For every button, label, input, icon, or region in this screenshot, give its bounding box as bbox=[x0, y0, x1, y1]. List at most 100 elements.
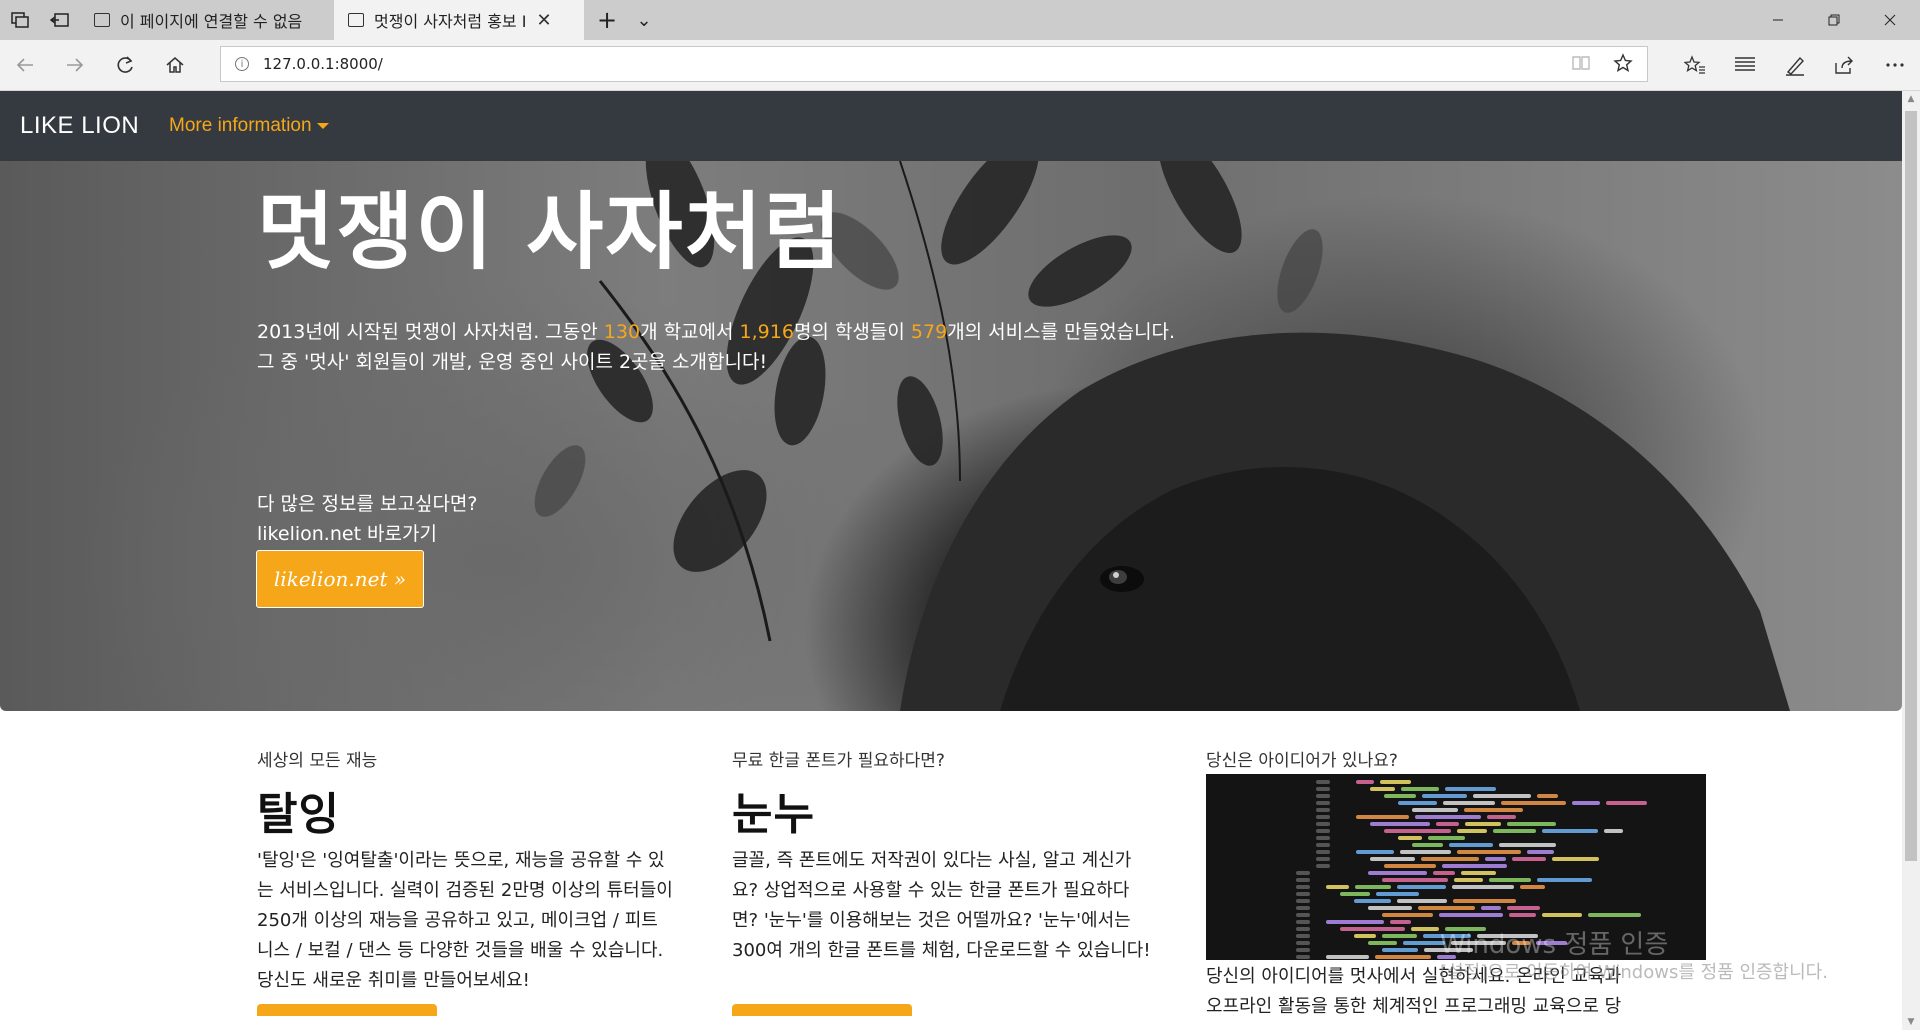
browser-tab-strip: 이 페이지에 연결할 수 없음 멋쟁이 사자처럼 홍보 I ✕ + ⌄ bbox=[0, 0, 1920, 40]
line-number bbox=[1296, 948, 1310, 952]
code-line bbox=[1461, 871, 1496, 875]
refresh-icon[interactable] bbox=[102, 40, 148, 90]
line-number bbox=[1316, 780, 1330, 784]
dropdown-label: More information bbox=[169, 115, 312, 136]
hero-description: 2013년에 시작된 멋쟁이 사자처럼. 그동안 130개 학교에서 1,916… bbox=[257, 317, 1175, 377]
hero-stats-line: 2013년에 시작된 멋쟁이 사자처럼. 그동안 130개 학교에서 1,916… bbox=[257, 317, 1175, 347]
line-number bbox=[1316, 857, 1330, 861]
code-line bbox=[1449, 843, 1493, 847]
home-icon[interactable] bbox=[152, 40, 198, 90]
card-button[interactable] bbox=[732, 1004, 912, 1016]
code-line bbox=[1493, 829, 1536, 833]
likelion-link-button[interactable]: likelion.net » bbox=[256, 550, 424, 608]
code-line bbox=[1588, 913, 1641, 917]
page-scrollbar[interactable]: ▲ ▼ bbox=[1902, 91, 1920, 1030]
code-line bbox=[1552, 857, 1599, 861]
code-line bbox=[1442, 864, 1507, 868]
tab-unreachable[interactable]: 이 페이지에 연결할 수 없음 bbox=[80, 0, 335, 40]
code-line bbox=[1384, 864, 1436, 868]
card-button[interactable] bbox=[257, 1004, 437, 1016]
code-line bbox=[1368, 941, 1397, 945]
more-information-dropdown[interactable]: More information bbox=[169, 115, 329, 137]
site-navbar: LIKE LION More information bbox=[0, 91, 1902, 161]
restore-icon[interactable] bbox=[1806, 0, 1862, 40]
url-text[interactable]: 127.0.0.1:8000/ bbox=[263, 55, 383, 73]
code-line bbox=[1340, 892, 1370, 896]
caret-down-icon bbox=[316, 122, 329, 129]
line-number bbox=[1316, 815, 1330, 819]
favorites-hub-icon[interactable] bbox=[1672, 40, 1718, 90]
line-number bbox=[1296, 913, 1310, 917]
code-line bbox=[1457, 829, 1487, 833]
code-line bbox=[1382, 913, 1433, 917]
line-number bbox=[1316, 836, 1330, 840]
code-line bbox=[1382, 934, 1417, 938]
close-window-icon[interactable] bbox=[1862, 0, 1918, 40]
code-line bbox=[1428, 836, 1465, 840]
reading-view-icon[interactable] bbox=[1571, 55, 1591, 76]
share-icon[interactable] bbox=[1822, 40, 1868, 90]
code-line bbox=[1376, 892, 1419, 896]
web-note-pen-icon[interactable] bbox=[1772, 40, 1818, 90]
code-line bbox=[1380, 780, 1411, 784]
code-line bbox=[1512, 857, 1546, 861]
code-line bbox=[1454, 878, 1483, 882]
line-number bbox=[1296, 899, 1310, 903]
favorite-star-icon[interactable] bbox=[1613, 53, 1633, 78]
code-line bbox=[1439, 913, 1503, 917]
browser-toolbar: i 127.0.0.1:8000/ bbox=[0, 40, 1920, 91]
more-info-link-text: likelion.net 바로가기 bbox=[257, 523, 437, 545]
tab-manager-icon[interactable] bbox=[0, 0, 40, 40]
tab-list-chevron-down-icon[interactable]: ⌄ bbox=[626, 0, 662, 40]
stats-text: 개의 서비스를 만들었습니다. bbox=[947, 321, 1176, 343]
code-line bbox=[1382, 948, 1418, 952]
site-info-icon[interactable]: i bbox=[235, 57, 249, 71]
scrollbar-thumb[interactable] bbox=[1905, 111, 1917, 861]
close-tab-icon[interactable]: ✕ bbox=[536, 10, 551, 31]
code-line bbox=[1422, 794, 1467, 798]
code-line bbox=[1340, 927, 1405, 931]
line-number bbox=[1296, 941, 1310, 945]
minimize-icon[interactable] bbox=[1750, 0, 1806, 40]
code-line bbox=[1382, 878, 1448, 882]
card-body: '탈잉'은 '잉여탈출'이라는 뜻으로, 재능을 공유할 수 있 는 서비스입니… bbox=[257, 846, 697, 996]
code-line bbox=[1412, 843, 1443, 847]
card-title: 눈누 bbox=[732, 789, 815, 840]
code-line bbox=[1421, 857, 1479, 861]
line-number bbox=[1316, 787, 1330, 791]
card-line: '탈잉'은 '잉여탈출'이라는 뜻으로, 재능을 공유할 수 있 bbox=[257, 850, 665, 871]
code-line bbox=[1368, 906, 1412, 910]
back-arrow-icon[interactable] bbox=[2, 40, 48, 90]
more-options-icon[interactable] bbox=[1872, 40, 1918, 90]
forward-arrow-icon[interactable] bbox=[52, 40, 98, 90]
code-line bbox=[1433, 871, 1455, 875]
service-count: 579 bbox=[910, 321, 948, 343]
code-line bbox=[1356, 850, 1394, 854]
code-line bbox=[1436, 822, 1459, 826]
tab-likelion[interactable]: 멋쟁이 사자처럼 홍보 I ✕ bbox=[334, 0, 584, 40]
hero-title: 멋쟁이 사자처럼 bbox=[257, 183, 844, 281]
line-number bbox=[1316, 829, 1330, 833]
reading-list-icon[interactable] bbox=[1722, 40, 1768, 90]
card-line: 300여 개의 한글 폰트를 체험, 다운로드할 수 있습니다! bbox=[732, 940, 1151, 961]
brand-logo[interactable]: LIKE LION bbox=[20, 112, 139, 140]
card-body: 글꼴, 즉 폰트에도 저작권이 있다는 사실, 알고 계신가 요? 상업적으로 … bbox=[732, 846, 1172, 966]
code-line bbox=[1418, 906, 1475, 910]
address-bar[interactable]: i 127.0.0.1:8000/ bbox=[220, 46, 1648, 82]
line-number bbox=[1296, 955, 1310, 959]
scroll-down-icon[interactable]: ▼ bbox=[1902, 1014, 1920, 1030]
code-line bbox=[1453, 899, 1516, 903]
code-line bbox=[1398, 836, 1422, 840]
stats-text: 개 학교에서 bbox=[640, 321, 740, 343]
code-line bbox=[1537, 794, 1558, 798]
new-tab-button[interactable]: + bbox=[590, 0, 624, 40]
code-line bbox=[1384, 829, 1451, 833]
code-line bbox=[1412, 808, 1458, 812]
code-line bbox=[1370, 787, 1395, 791]
code-line bbox=[1465, 822, 1501, 826]
scroll-up-icon[interactable]: ▲ bbox=[1902, 91, 1920, 107]
set-tabs-aside-icon[interactable] bbox=[40, 0, 80, 40]
line-number bbox=[1296, 871, 1310, 875]
card-line: 는 서비스입니다. 실력이 검증된 2만명 이상의 튜터들이 bbox=[257, 880, 673, 901]
card-line: 글꼴, 즉 폰트에도 저작권이 있다는 사실, 알고 계신가 bbox=[732, 850, 1132, 871]
